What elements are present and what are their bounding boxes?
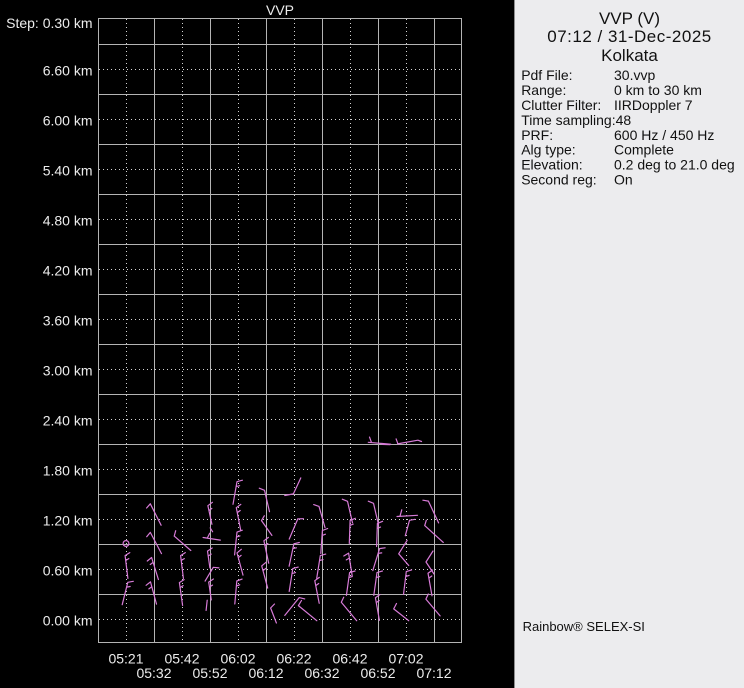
svg-text:Kolkata: Kolkata: [601, 46, 658, 65]
svg-text:Alg type:: Alg type:: [521, 142, 575, 158]
svg-text:Time sampling:48: Time sampling:48: [521, 112, 631, 128]
svg-text:1.20 km: 1.20 km: [43, 512, 93, 528]
svg-text:07:12: 07:12: [416, 665, 451, 681]
svg-text:05:32: 05:32: [136, 665, 171, 681]
svg-text:0 km to 30 km: 0 km to 30 km: [614, 82, 702, 98]
svg-text:IIRDoppler 7: IIRDoppler 7: [614, 97, 693, 113]
svg-text:3.60 km: 3.60 km: [43, 312, 93, 328]
svg-text:2.40 km: 2.40 km: [43, 412, 93, 428]
svg-text:PRF:: PRF:: [521, 127, 553, 143]
svg-text:Complete: Complete: [614, 142, 674, 158]
svg-text:4.20 km: 4.20 km: [43, 262, 93, 278]
svg-text:4.80 km: 4.80 km: [43, 212, 93, 228]
svg-text:VVP: VVP: [266, 2, 294, 18]
svg-text:06:12: 06:12: [248, 665, 283, 681]
svg-text:VVP (V): VVP (V): [599, 9, 660, 28]
svg-text:600 Hz / 450 Hz: 600 Hz / 450 Hz: [614, 127, 714, 143]
svg-text:Rainbow® SELEX-SI: Rainbow® SELEX-SI: [523, 619, 645, 634]
svg-text:07:12 / 31-Dec-2025: 07:12 / 31-Dec-2025: [547, 27, 712, 46]
svg-text:06:52: 06:52: [360, 665, 395, 681]
svg-text:0.00 km: 0.00 km: [43, 612, 93, 628]
svg-text:05:52: 05:52: [192, 665, 227, 681]
svg-text:3.00 km: 3.00 km: [43, 362, 93, 378]
svg-text:Pdf File:: Pdf File:: [521, 67, 572, 83]
svg-text:Second reg:: Second reg:: [521, 172, 597, 188]
svg-text:Elevation:: Elevation:: [521, 157, 582, 173]
svg-text:0.2 deg to 21.0 deg: 0.2 deg to 21.0 deg: [614, 157, 735, 173]
svg-text:06:32: 06:32: [304, 665, 339, 681]
svg-text:Range:: Range:: [521, 82, 566, 98]
svg-text:30.vvp: 30.vvp: [614, 67, 655, 83]
svg-text:Clutter Filter:: Clutter Filter:: [521, 97, 601, 113]
svg-text:6.00 km: 6.00 km: [43, 112, 93, 128]
svg-text:0.60 km: 0.60 km: [43, 562, 93, 578]
svg-text:6.60 km: 6.60 km: [43, 62, 93, 78]
svg-text:1.80 km: 1.80 km: [43, 462, 93, 478]
svg-text:On: On: [614, 172, 633, 188]
svg-text:Step: 0.30 km: Step: 0.30 km: [6, 15, 92, 31]
svg-text:5.40 km: 5.40 km: [43, 162, 93, 178]
